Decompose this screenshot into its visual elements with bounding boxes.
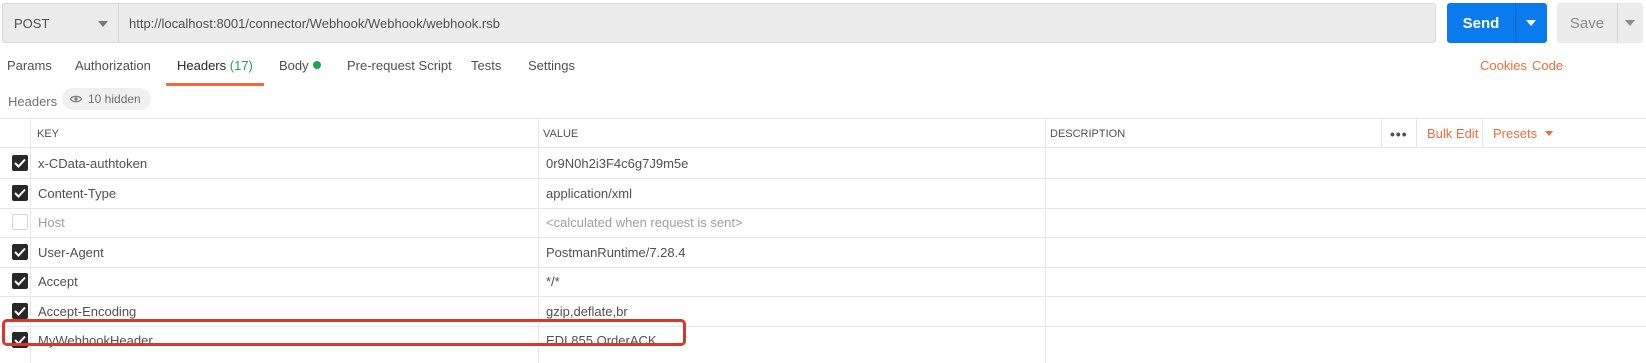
save-button[interactable]: Save [1557,3,1643,43]
status-dot-icon [312,61,321,69]
tab-label: Body [279,58,309,73]
header-key[interactable]: Host [38,207,65,237]
table-row: Host <calculated when request is sent> [0,207,1646,238]
header-value[interactable]: <calculated when request is sent> [546,207,743,237]
request-tabs: Params Authorization Headers (17) Body P… [0,58,1646,86]
header-key[interactable]: User-Agent [38,237,104,267]
highlight-annotation [2,319,686,346]
column-value: VALUE [543,127,579,140]
method-value: POST [14,15,50,31]
header-value[interactable]: PostmanRuntime/7.28.4 [546,237,685,267]
tab-label: Settings [528,58,575,73]
send-button[interactable]: Send [1447,3,1547,43]
presets-dropdown[interactable]: Presets [1493,119,1554,148]
divider [1045,118,1046,363]
tab-pre-request-script[interactable]: Pre-request Script [347,58,452,86]
chevron-down-icon [1545,131,1554,136]
tab-label: Headers [177,58,227,73]
table-row: User-Agent PostmanRuntime/7.28.4 [0,237,1646,268]
tab-params[interactable]: Params [7,58,52,86]
header-value[interactable]: application/xml [546,178,632,208]
header-key[interactable]: Accept [38,266,78,296]
more-options-icon[interactable]: ••• [1390,119,1408,148]
tab-body[interactable]: Body [279,58,321,86]
column-key: KEY [37,127,60,140]
row-checkbox[interactable] [12,244,28,260]
tab-headers[interactable]: Headers (17) [166,58,264,86]
divider [1381,118,1382,147]
send-divider [1515,3,1516,43]
tab-settings[interactable]: Settings [528,58,575,86]
row-checkbox[interactable] [12,214,28,230]
row-checkbox[interactable] [12,273,28,289]
save-options-chevron-icon[interactable] [1625,20,1635,26]
table-header: KEY VALUE DESCRIPTION ••• Bulk Edit Pres… [0,118,1646,148]
row-checkbox[interactable] [12,303,28,319]
column-description: DESCRIPTION [1050,127,1126,140]
hidden-headers-toggle[interactable]: 10 hidden [62,88,151,110]
tab-label: Tests [471,58,502,73]
chevron-down-icon [98,21,108,27]
save-label: Save [1569,14,1605,32]
tab-label: Pre-request Script [347,58,452,73]
method-select[interactable]: POST [2,3,118,43]
headers-section-title: Headers [8,94,58,109]
header-key[interactable]: x-CData-authtoken [38,148,147,178]
header-value[interactable]: 0r9N0h2i3F4c6g7J9m5e [546,148,688,178]
url-value: http://localhost:8001/connector/Webhook/… [129,15,500,31]
table-row: x-CData-authtoken 0r9N0h2i3F4c6g7J9m5e [0,148,1646,179]
url-input[interactable]: http://localhost:8001/connector/Webhook/… [118,3,1436,43]
send-options-chevron-icon[interactable] [1526,20,1536,26]
tab-tests[interactable]: Tests [471,58,501,86]
eye-icon [70,95,82,103]
tab-label: Authorization [75,58,151,73]
bulk-edit-link[interactable]: Bulk Edit [1427,119,1478,148]
header-key[interactable]: Content-Type [38,178,116,208]
tab-authorization[interactable]: Authorization [75,58,151,86]
send-label: Send [1462,14,1500,32]
tab-label: Params [7,58,52,73]
presets-label: Presets [1493,126,1538,141]
request-bar: POST http://localhost:8001/connector/Web… [0,3,1646,43]
divider [1416,118,1417,147]
row-checkbox[interactable] [12,155,28,171]
cookies-link[interactable]: Cookies [1480,58,1527,73]
table-row: Content-Type application/xml [0,178,1646,209]
hidden-count: 10 hidden [88,92,141,106]
header-value[interactable]: */* [546,266,560,296]
row-checkbox[interactable] [12,185,28,201]
tab-count-badge: (17) [229,58,253,73]
code-link[interactable]: Code [1532,58,1563,73]
save-divider [1617,3,1618,43]
table-row: Accept */* [0,266,1646,297]
divider [1482,118,1483,147]
